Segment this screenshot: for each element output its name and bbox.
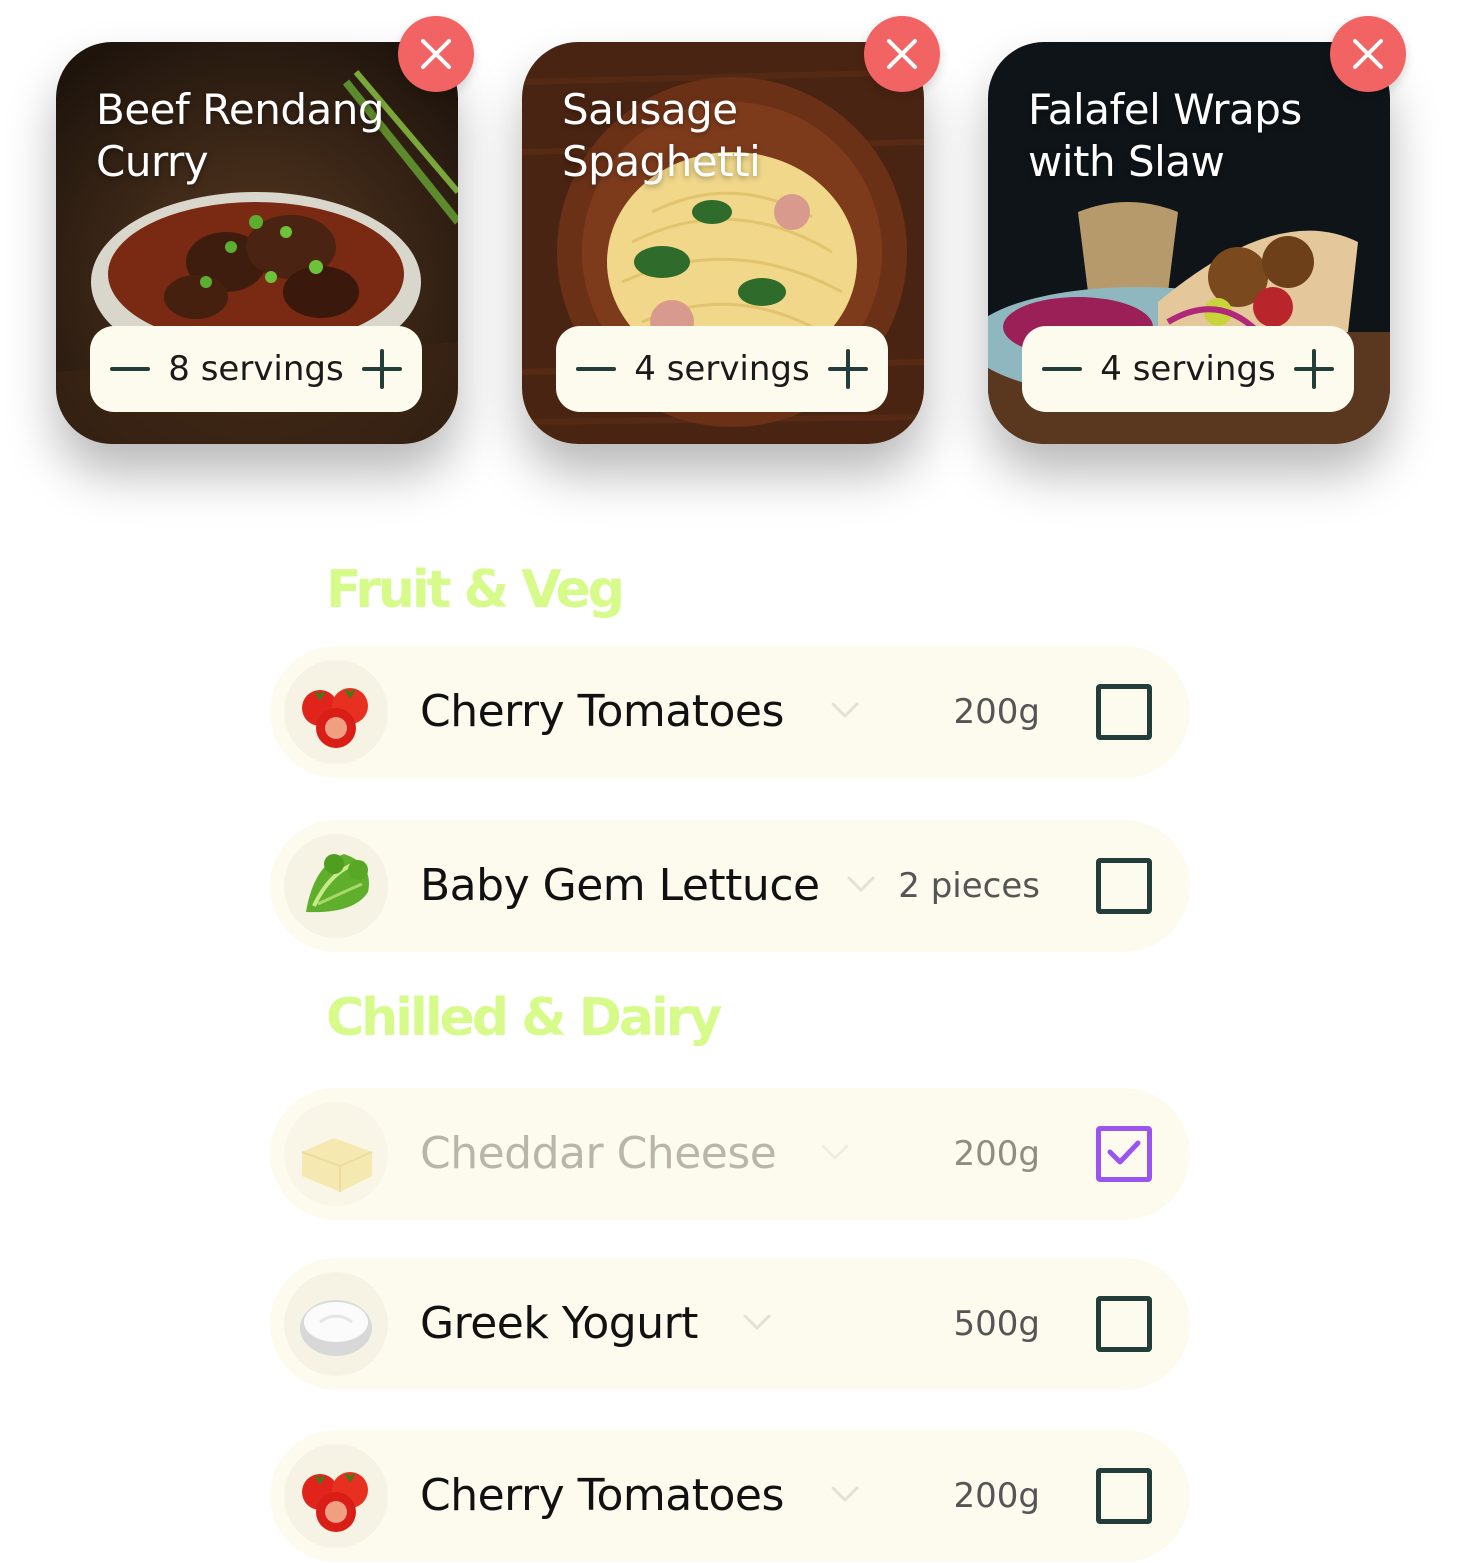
- section-title-chilled-dairy: Chilled & Dairy: [326, 988, 722, 1048]
- increase-servings-button[interactable]: [1292, 347, 1336, 391]
- item-name: Cherry Tomatoes: [420, 1470, 784, 1521]
- item-checkbox[interactable]: [1096, 1296, 1152, 1352]
- decrease-servings-button[interactable]: [108, 347, 152, 391]
- list-item: Cherry Tomatoes 200g: [270, 1430, 1190, 1562]
- recipe-title: Beef Rendang Curry: [96, 85, 385, 186]
- tomato-icon: [302, 1472, 368, 1532]
- decrease-servings-button[interactable]: [574, 347, 618, 391]
- recipe-title: Falafel Wraps with Slaw: [1028, 85, 1302, 186]
- lettuce-icon: [306, 854, 369, 913]
- servings-count: 4 servings: [1100, 349, 1276, 389]
- checkmark-icon: [1107, 1140, 1141, 1165]
- item-name: Greek Yogurt: [420, 1298, 698, 1349]
- servings-stepper: 8 servings: [90, 326, 422, 412]
- chevron-down-icon: [831, 702, 859, 719]
- list-item: Cherry Tomatoes 200g: [270, 646, 1190, 778]
- plus-icon: [362, 349, 402, 389]
- recipe-card-beef-rendang[interactable]: Beef Rendang Curry 8 servings: [56, 42, 458, 444]
- plus-icon: [1294, 349, 1334, 389]
- tomato-icon: [302, 688, 368, 748]
- servings-count: 4 servings: [634, 349, 810, 389]
- decrease-servings-button[interactable]: [1040, 347, 1084, 391]
- cheese-icon: [301, 1138, 373, 1192]
- chevron-down-icon: [831, 1486, 859, 1503]
- item-quantity: 500g: [953, 1304, 1040, 1344]
- chevron-down-icon: [743, 1314, 771, 1331]
- item-quantity: 200g: [953, 1134, 1040, 1174]
- item-checkbox[interactable]: [1096, 684, 1152, 740]
- item-quantity: 200g: [953, 692, 1040, 732]
- chevron-down-icon: [821, 1144, 849, 1161]
- remove-recipe-button[interactable]: [1330, 16, 1406, 92]
- recipe-card-sausage-spaghetti[interactable]: Sausage Spaghetti 4 servings: [522, 42, 924, 444]
- remove-recipe-button[interactable]: [398, 16, 474, 92]
- close-icon: [421, 39, 451, 69]
- item-quantity: 200g: [953, 1476, 1040, 1516]
- increase-servings-button[interactable]: [826, 347, 870, 391]
- item-name: Cherry Tomatoes: [420, 686, 784, 737]
- expand-item-button[interactable]: [742, 1310, 772, 1334]
- list-item: Cheddar Cheese 200g: [270, 1088, 1190, 1220]
- recipe-card-falafel-wraps[interactable]: Falafel Wraps with Slaw 4 servings: [988, 42, 1390, 444]
- minus-icon: [576, 367, 616, 371]
- item-checkbox[interactable]: [1096, 1468, 1152, 1524]
- minus-icon: [1042, 367, 1082, 371]
- plus-icon: [828, 349, 868, 389]
- list-item: Greek Yogurt 500g: [270, 1258, 1190, 1390]
- list-item: Baby Gem Lettuce 2 pieces: [270, 820, 1190, 952]
- servings-stepper: 4 servings: [556, 326, 888, 412]
- expand-item-button[interactable]: [830, 1482, 860, 1506]
- servings-count: 8 servings: [168, 349, 344, 389]
- item-name: Baby Gem Lettuce: [420, 860, 820, 911]
- close-icon: [1353, 39, 1383, 69]
- recipe-title: Sausage Spaghetti: [562, 85, 761, 186]
- item-checkbox[interactable]: [1096, 858, 1152, 914]
- chevron-down-icon: [847, 876, 875, 893]
- minus-icon: [110, 367, 150, 371]
- expand-item-button[interactable]: [820, 1140, 850, 1164]
- item-quantity: 2 pieces: [898, 866, 1040, 906]
- servings-stepper: 4 servings: [1022, 326, 1354, 412]
- item-name: Cheddar Cheese: [420, 1128, 777, 1179]
- remove-recipe-button[interactable]: [864, 16, 940, 92]
- item-checkbox[interactable]: [1096, 1126, 1152, 1182]
- expand-item-button[interactable]: [846, 872, 876, 896]
- increase-servings-button[interactable]: [360, 347, 404, 391]
- yogurt-icon: [300, 1300, 372, 1356]
- close-icon: [887, 39, 917, 69]
- section-title-fruit-veg: Fruit & Veg: [326, 560, 625, 620]
- expand-item-button[interactable]: [830, 698, 860, 722]
